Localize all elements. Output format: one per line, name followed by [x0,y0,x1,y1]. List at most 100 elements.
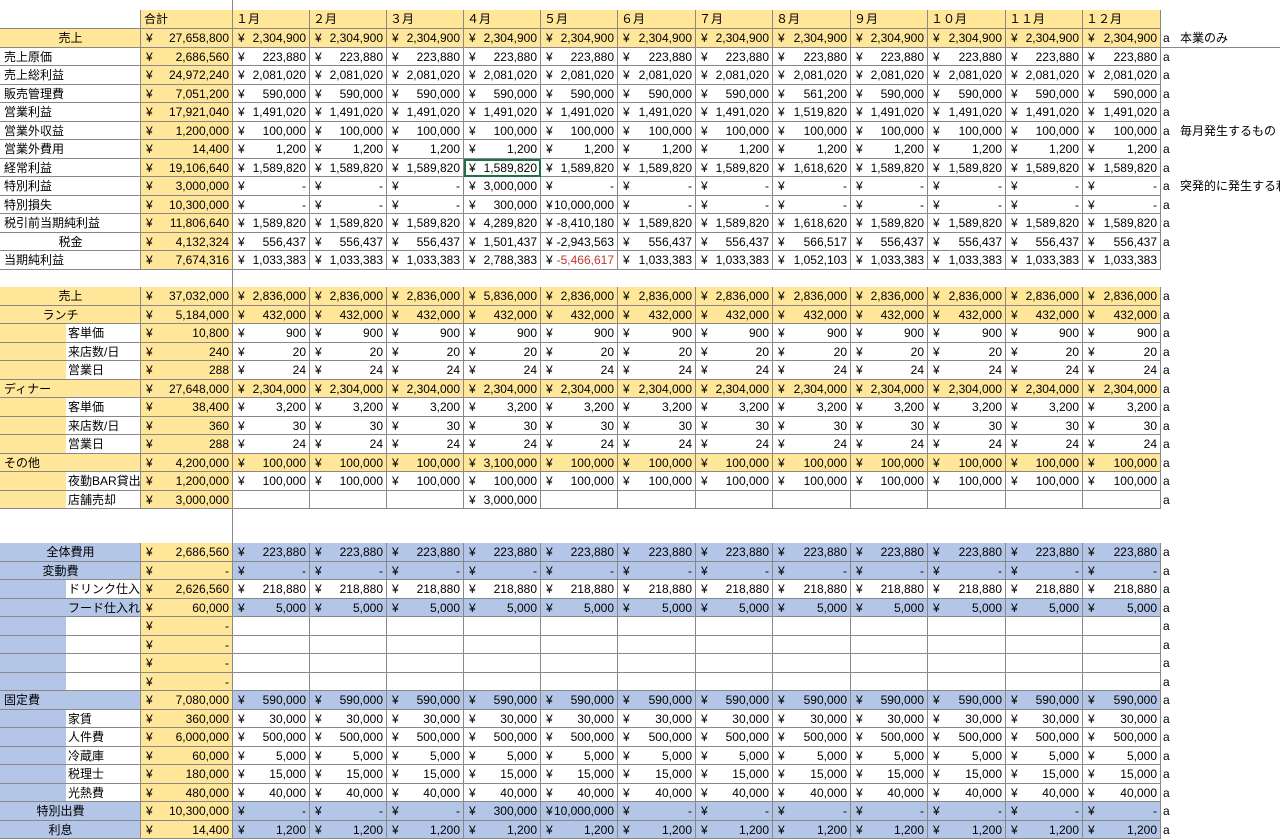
month-cell[interactable]: ¥1,491,020 [541,103,618,122]
month-cell[interactable]: ¥590,000 [233,691,310,710]
month-cell[interactable]: ¥5,000 [310,599,387,618]
row-label[interactable]: 当期純利益 [0,251,141,270]
month-cell[interactable]: ¥1,200 [1083,140,1161,159]
month-cell[interactable]: ¥590,000 [387,691,464,710]
month-cell[interactable]: ¥1,033,383 [387,251,464,270]
month-cell[interactable]: ¥100,000 [464,472,541,491]
month-cell[interactable]: ¥1,200 [773,140,851,159]
total-cell[interactable]: ¥24,972,240 [141,66,233,85]
month-cell[interactable]: ¥218,880 [1083,580,1161,599]
total-cell[interactable]: ¥- [141,654,233,673]
month-cell[interactable]: ¥- [928,802,1006,821]
month-cell[interactable]: ¥20 [1006,343,1083,362]
month-cell[interactable]: ¥30,000 [387,710,464,729]
month-cell[interactable]: ¥2,836,000 [696,287,773,306]
month-cell[interactable]: ¥1,589,820 [310,214,387,233]
month-cell[interactable]: ¥- [387,562,464,581]
total-cell[interactable]: ¥240 [141,343,233,362]
month-cell[interactable]: ¥30,000 [233,710,310,729]
row-label[interactable]: 特別出費 [0,802,141,821]
month-cell[interactable]: ¥40,000 [1006,784,1083,803]
month-cell[interactable]: ¥2,304,900 [310,29,387,48]
month-cell[interactable]: ¥2,304,000 [696,380,773,399]
month-cell[interactable]: ¥24 [618,361,696,380]
month-cell[interactable] [928,673,1006,692]
month-cell[interactable]: ¥2,081,020 [233,66,310,85]
month-cell[interactable]: ¥40,000 [1083,784,1161,803]
month-cell[interactable] [928,491,1006,510]
month-cell[interactable]: ¥1,491,020 [696,103,773,122]
month-cell[interactable]: ¥2,836,000 [233,287,310,306]
month-cell[interactable]: ¥100,000 [1006,454,1083,473]
month-cell[interactable]: ¥2,304,900 [233,29,310,48]
header-month[interactable]: ６月 [618,10,696,29]
month-cell[interactable]: ¥15,000 [773,765,851,784]
month-cell[interactable]: ¥- [928,177,1006,196]
month-cell[interactable]: ¥100,000 [1006,472,1083,491]
month-cell[interactable]: ¥1,491,020 [851,103,928,122]
month-cell[interactable]: ¥432,000 [541,306,618,325]
total-cell[interactable]: ¥2,686,560 [141,543,233,562]
month-cell[interactable]: ¥432,000 [1006,306,1083,325]
month-cell[interactable]: ¥223,880 [1083,543,1161,562]
month-cell[interactable]: ¥5,000 [1006,599,1083,618]
month-cell[interactable]: ¥590,000 [618,85,696,104]
row-label[interactable]: 販売管理費 [0,85,141,104]
total-cell[interactable]: ¥14,400 [141,140,233,159]
total-cell[interactable]: ¥- [141,636,233,655]
row-label[interactable] [0,654,141,673]
month-cell[interactable] [696,654,773,673]
month-cell[interactable]: ¥2,081,020 [773,66,851,85]
month-cell[interactable]: ¥24 [387,361,464,380]
month-cell[interactable] [1083,673,1161,692]
total-cell[interactable]: ¥2,686,560 [141,48,233,67]
month-cell[interactable]: ¥218,880 [310,580,387,599]
month-cell[interactable]: ¥2,304,000 [773,380,851,399]
month-cell[interactable]: ¥590,000 [696,691,773,710]
month-cell[interactable]: ¥218,880 [1006,580,1083,599]
month-cell[interactable]: ¥2,304,000 [233,380,310,399]
month-cell[interactable]: ¥2,304,000 [310,380,387,399]
row-label[interactable]: その他 [0,454,141,473]
month-cell[interactable]: ¥15,000 [464,765,541,784]
month-cell[interactable]: ¥2,304,000 [928,380,1006,399]
month-cell[interactable]: ¥556,437 [928,233,1006,252]
month-cell[interactable]: ¥- [696,802,773,821]
month-cell[interactable]: ¥500,000 [310,728,387,747]
month-cell[interactable]: ¥2,081,020 [928,66,1006,85]
month-cell[interactable]: ¥2,081,020 [851,66,928,85]
month-cell[interactable]: ¥3,100,000 [464,454,541,473]
month-cell[interactable] [387,636,464,655]
month-cell[interactable]: ¥100,000 [851,122,928,141]
month-cell[interactable]: ¥556,437 [851,233,928,252]
month-cell[interactable]: ¥- [851,802,928,821]
month-cell[interactable]: ¥1,200 [928,140,1006,159]
month-cell[interactable]: ¥30,000 [464,710,541,729]
month-cell[interactable]: ¥100,000 [696,454,773,473]
month-cell[interactable]: ¥590,000 [1083,85,1161,104]
month-cell[interactable]: ¥1,589,820 [464,159,541,178]
month-cell[interactable]: ¥432,000 [233,306,310,325]
month-cell[interactable]: ¥5,000 [233,747,310,766]
month-cell[interactable] [928,654,1006,673]
month-cell[interactable] [1006,617,1083,636]
month-cell[interactable]: ¥5,000 [851,599,928,618]
total-cell[interactable]: ¥288 [141,361,233,380]
month-cell[interactable]: ¥1,589,820 [618,159,696,178]
month-cell[interactable]: ¥- [233,802,310,821]
month-cell[interactable]: ¥30 [618,417,696,436]
month-cell[interactable]: ¥3,000,000 [464,491,541,510]
month-cell[interactable]: ¥- [464,562,541,581]
month-cell[interactable]: ¥590,000 [618,691,696,710]
month-cell[interactable] [310,673,387,692]
row-label[interactable]: 客単価 [0,398,141,417]
total-cell[interactable]: ¥10,300,000 [141,196,233,215]
month-cell[interactable] [773,673,851,692]
month-cell[interactable] [541,654,618,673]
month-cell[interactable]: ¥- [696,196,773,215]
month-cell[interactable]: ¥590,000 [928,85,1006,104]
month-cell[interactable]: ¥590,000 [1006,85,1083,104]
month-cell[interactable]: ¥-5,466,617 [541,251,618,270]
month-cell[interactable] [696,673,773,692]
month-cell[interactable]: ¥223,880 [541,48,618,67]
